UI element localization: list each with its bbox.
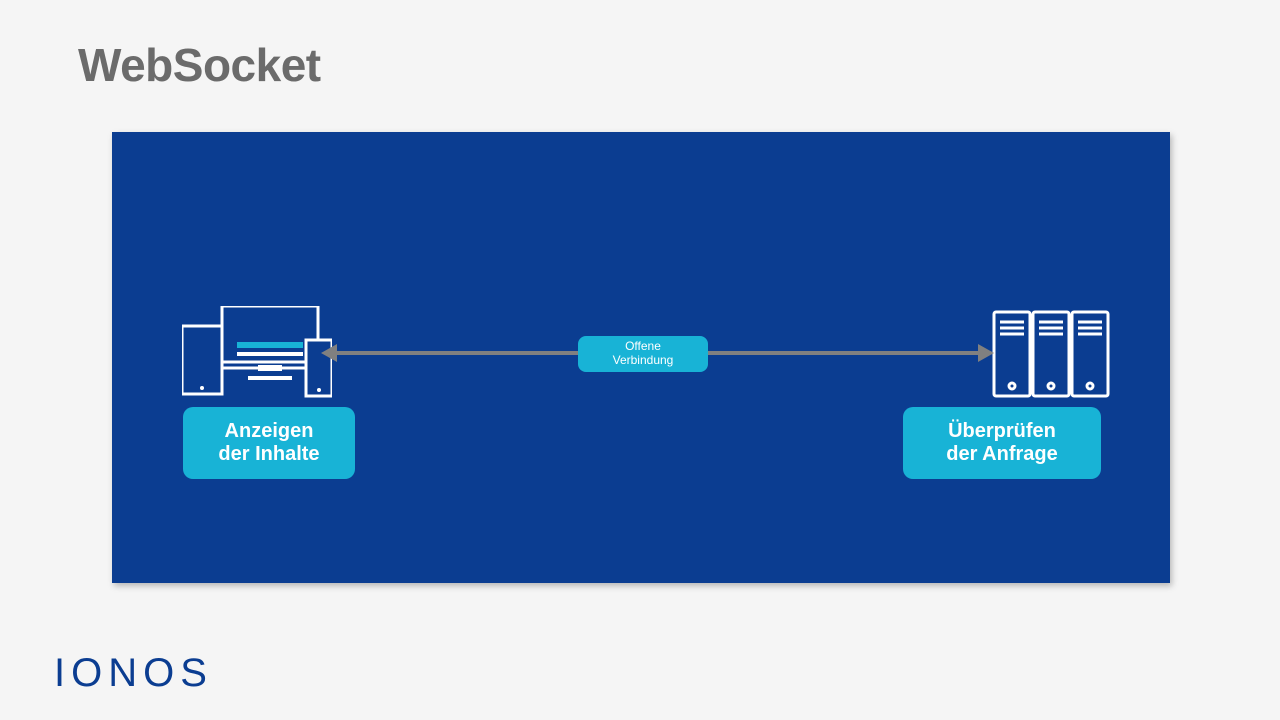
connection-badge-line1: Offene [625,340,661,354]
diagram-panel: Offene Verbindung Anzeigen der Inhalte Ü… [112,132,1170,583]
client-badge-line1: Anzeigen [225,420,314,443]
connection-badge-line2: Verbindung [613,354,674,368]
client-badge-line2: der Inhalte [218,443,319,466]
client-badge: Anzeigen der Inhalte [183,407,355,479]
server-badge-line2: der Anfrage [946,443,1058,466]
arrow-head-right-icon [978,344,994,362]
brand-logo: IONOS [54,651,213,696]
server-icon [992,308,1110,400]
server-badge-line1: Überprüfen [948,420,1056,443]
page-title: WebSocket [78,38,321,92]
connection-badge: Offene Verbindung [578,336,708,372]
server-badge: Überprüfen der Anfrage [903,407,1101,479]
client-devices-icon [182,306,332,402]
